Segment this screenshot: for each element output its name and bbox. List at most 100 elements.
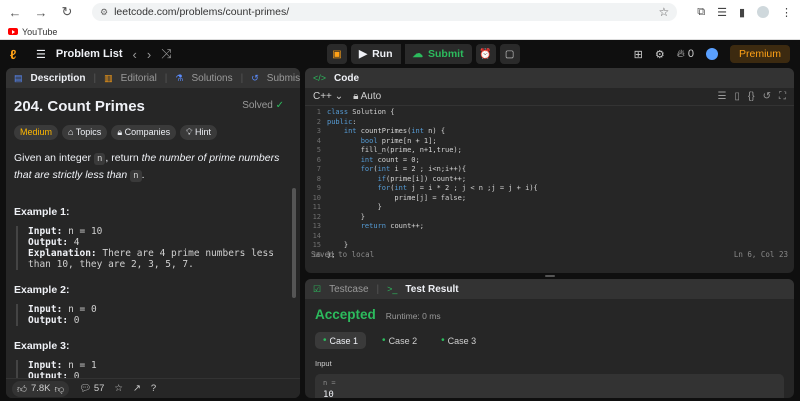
forward-icon[interactable]: → <box>34 5 48 20</box>
code-line[interactable]: 4 bool prime[n + 1]; <box>305 137 794 147</box>
format-icon[interactable]: ☰ <box>717 91 726 102</box>
pass-dot-icon: • <box>382 335 386 346</box>
code-line[interactable]: 10 prime[j] = false; <box>305 194 794 204</box>
tab-editorial[interactable]: Editorial <box>121 73 157 84</box>
result-status: Accepted Runtime: 0 ms <box>315 307 784 322</box>
code-line[interactable]: 12 } <box>305 213 794 223</box>
code-line[interactable]: 1 class Solution { <box>305 108 794 118</box>
thumbs-up-icon[interactable]: 👍︎ <box>17 383 27 395</box>
debug-icon[interactable]: ▣ <box>327 44 347 64</box>
prev-problem-icon[interactable]: ‹ <box>133 47 137 62</box>
like-count: 7.8K <box>30 383 51 394</box>
problem-panel: ▤ Description | ▥ Editorial | ⚗ Solution… <box>6 68 300 398</box>
tab-testcase[interactable]: Testcase <box>329 284 368 295</box>
hint-label: Hint <box>194 127 211 137</box>
line-number: 12 <box>312 212 321 221</box>
bookmark-icon[interactable]: ▯ <box>734 91 740 102</box>
code-line[interactable]: 6 int count = 0; <box>305 156 794 166</box>
share-icon[interactable]: ↗ <box>133 383 141 394</box>
browser-toolbar: ← → ↻ ⚙ leetcode.com/problems/count-prim… <box>0 0 800 24</box>
result-tabs: ☑ Testcase | >_ Test Result <box>305 279 794 299</box>
autosave-toggle[interactable]: 🔒︎ Auto <box>353 91 381 102</box>
tab-description[interactable]: Description <box>31 73 86 84</box>
code-text: int countPrimes(int n) { <box>343 127 446 135</box>
code-line[interactable]: 13 return count++; <box>305 222 794 232</box>
leetcode-logo-icon[interactable]: ℓ <box>10 47 24 62</box>
submit-button[interactable]: ☁ Submit <box>404 44 472 64</box>
problem-list-link[interactable]: Problem List <box>56 48 123 60</box>
desc-text: . <box>141 169 145 181</box>
line-number: 9 <box>316 184 321 192</box>
extensions-icon[interactable]: ⧉ <box>697 6 705 19</box>
code-line[interactable]: 3 int countPrimes(int n) { <box>305 127 794 137</box>
hint-chip[interactable]: 💡︎ Hint <box>180 125 217 140</box>
thumbs-down-icon[interactable]: 👎︎ <box>54 383 64 395</box>
menu-icon[interactable]: ⋮ <box>781 6 792 19</box>
code-text: int count = 0; <box>360 155 420 164</box>
reload-icon[interactable]: ↻ <box>60 4 74 20</box>
scrollbar[interactable] <box>292 188 296 298</box>
case-tab[interactable]: • Case 2 <box>374 332 425 349</box>
case-label: Case 3 <box>447 335 477 346</box>
solved-badge: Solved ✓ <box>242 100 284 111</box>
youtube-icon <box>8 28 18 35</box>
comment-count: 57 <box>93 383 105 394</box>
favorite-star-icon[interactable]: ☆ <box>114 383 123 394</box>
bookmark-youtube[interactable]: YouTube <box>22 27 57 37</box>
notes-icon[interactable]: ▢ <box>499 44 520 64</box>
shuffle-icon[interactable]: ⤨ <box>161 46 171 62</box>
premium-button[interactable]: Premium <box>729 45 790 63</box>
input-label: Input: <box>28 360 63 371</box>
code-text: } <box>327 203 382 211</box>
reset-icon[interactable]: ↺ <box>763 91 771 102</box>
profile-avatar[interactable] <box>757 6 769 18</box>
comment-button[interactable]: 💬︎ 57 <box>79 383 104 394</box>
tab-submissions[interactable]: Submissions <box>267 73 300 84</box>
back-icon[interactable]: ← <box>8 5 22 20</box>
input-label: Input: <box>28 304 63 315</box>
next-problem-icon[interactable]: › <box>147 47 151 62</box>
companies-chip[interactable]: 🔒︎ Companies <box>111 125 177 140</box>
code-editor[interactable]: 1 class Solution {2 public: 3 int countPrim… <box>305 106 794 262</box>
output-label: Output: <box>28 371 69 378</box>
run-button[interactable]: ▶ Run <box>351 44 401 64</box>
description-icon: ▤ <box>14 72 23 83</box>
terminal-icon: >_ <box>387 284 398 294</box>
sidepanel-icon[interactable]: ▮ <box>739 6 745 19</box>
layout-icon[interactable]: ⊞ <box>634 48 643 61</box>
topics-chip[interactable]: ⌂ Topics <box>62 125 108 140</box>
example-output: 0 <box>73 315 80 326</box>
site-info-icon[interactable]: ⚙ <box>100 7 108 18</box>
tab-code[interactable]: Code <box>334 73 359 84</box>
bookmark-star-icon[interactable]: ☆ <box>658 5 669 19</box>
streak-counter[interactable]: 🔥︎ 0 <box>677 48 694 61</box>
case-tab[interactable]: • Case 3 <box>433 332 484 349</box>
code-line[interactable]: 9 for(int j = i * 2 ; j < n ;j = j + i){ <box>305 184 794 194</box>
code-line[interactable]: 7 for(int i = 2 ; i<n;i++){ <box>305 165 794 175</box>
output-label: Output: <box>28 315 69 326</box>
tab-search-icon[interactable]: ☰ <box>717 6 727 19</box>
language-select[interactable]: C++ ⌄ <box>313 91 343 102</box>
code-line[interactable]: 14 <box>305 232 794 242</box>
braces-icon[interactable]: {} <box>748 91 755 102</box>
help-icon[interactable]: ? <box>151 383 156 394</box>
run-label: Run <box>372 48 393 60</box>
user-avatar[interactable] <box>705 48 718 60</box>
tab-test-result[interactable]: Test Result <box>405 284 458 295</box>
code-line[interactable]: 2 public: <box>305 118 794 128</box>
code-toolbar: C++ ⌄ 🔒︎ Auto ☰ ▯ {} ↺ ⛶ <box>305 88 794 106</box>
code-line[interactable]: 11 } <box>305 203 794 213</box>
case-tab[interactable]: • Case 1 <box>315 332 367 349</box>
result-panel: ☑ Testcase | >_ Test Result Accepted Run… <box>305 279 794 398</box>
tab-solutions[interactable]: Solutions <box>191 73 232 84</box>
language-value: C++ <box>313 91 332 102</box>
code-line[interactable]: 8 if(prime[i]) count++; <box>305 175 794 185</box>
code-text: bool prime[n + 1]; <box>360 136 437 145</box>
settings-gear-icon[interactable]: ⚙ <box>655 48 665 61</box>
fullscreen-icon[interactable]: ⛶ <box>779 91 786 102</box>
timer-icon[interactable]: ⏰ <box>475 44 496 64</box>
bookmarks-bar: YouTube <box>0 24 800 40</box>
address-bar[interactable]: ⚙ leetcode.com/problems/count-primes/ ☆ <box>92 3 678 21</box>
code-line[interactable]: 5 fill_n(prime, n+1,true); <box>305 146 794 156</box>
resize-handle[interactable] <box>545 275 555 277</box>
